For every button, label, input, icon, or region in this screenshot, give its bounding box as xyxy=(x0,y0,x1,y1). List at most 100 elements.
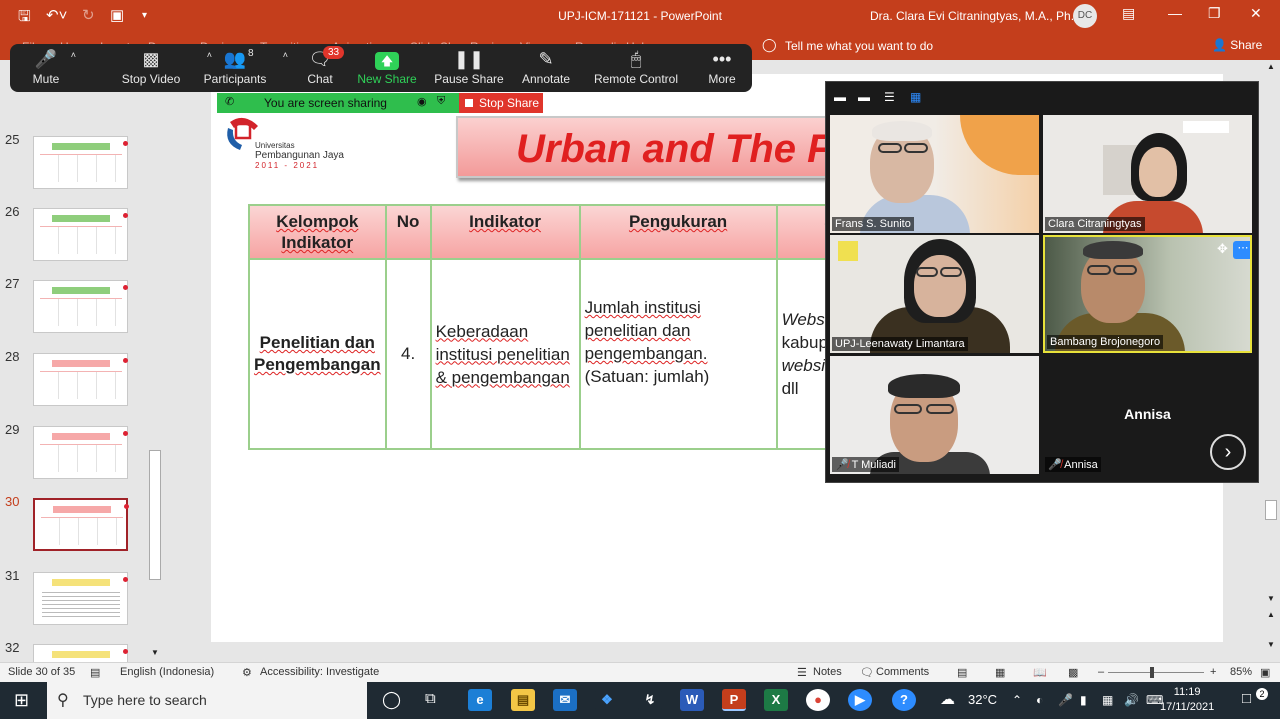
slide-thumbnail[interactable] xyxy=(33,280,128,333)
previous-slide-icon[interactable]: ▲ xyxy=(1267,610,1275,619)
word-icon[interactable]: W xyxy=(680,689,704,711)
comments-icon[interactable]: 🗨 xyxy=(860,666,874,679)
fit-slide-icon[interactable]: ▣ xyxy=(1260,666,1270,679)
zoom-app-icon[interactable]: ▶ xyxy=(848,689,872,711)
participants-button[interactable]: 👥 Participants 8 ˄ xyxy=(190,44,288,92)
app-lightning-icon[interactable]: ↯ xyxy=(638,689,662,711)
move-icon[interactable]: ✥ xyxy=(1217,241,1228,257)
cortana-icon[interactable]: ◯ xyxy=(382,690,401,710)
chevron-up-icon[interactable]: ˄ xyxy=(283,50,288,60)
system-clock[interactable]: 11:19 17/11/2021 xyxy=(1160,685,1214,715)
slide-thumbnail[interactable] xyxy=(33,353,128,406)
excel-icon[interactable]: X xyxy=(764,689,788,711)
weather-cloud-icon[interactable]: ☁ xyxy=(940,690,955,708)
scroll-down-icon[interactable]: ▼ xyxy=(151,648,159,657)
gallery-view-icon[interactable]: ▦ xyxy=(910,90,921,104)
maximize-icon[interactable]: ❐ xyxy=(1208,5,1221,22)
show-hidden-icons-icon[interactable]: ⌃ xyxy=(1012,693,1022,707)
zoom-in-icon[interactable]: + xyxy=(1210,666,1216,678)
toolbar-label: More xyxy=(708,72,736,86)
participant-tile-4[interactable]: ⋯ ✥ Bambang Brojonegoro xyxy=(1043,235,1252,353)
next-slide-icon[interactable]: ▼ xyxy=(1267,640,1275,649)
new-share-button[interactable]: 🡅 New Share xyxy=(354,44,420,92)
slide-thumbnail[interactable] xyxy=(33,572,128,625)
pause-circle-icon[interactable]: ◉ xyxy=(417,95,427,108)
slide-thumbnail-pane[interactable]: 25 26 27 28 29 30 31 32 xyxy=(0,50,148,697)
zoom-gallery-view[interactable]: ▬ ▬ ☰ ▦ Frans S. Sunito Clara Citraningt… xyxy=(825,81,1259,483)
edge-icon[interactable]: e xyxy=(468,689,492,711)
header-kelompok: Kelompok Indikator xyxy=(248,204,387,260)
notes-button[interactable]: Notes xyxy=(813,666,842,678)
toolbar-label: Mute xyxy=(32,72,60,86)
slide-sorter-icon[interactable]: ▦ xyxy=(995,666,1005,679)
strip-view-icon[interactable]: ☰ xyxy=(884,90,895,104)
reading-view-icon[interactable]: 📖 xyxy=(1033,666,1047,679)
powerpoint-icon[interactable]: P xyxy=(722,689,746,711)
volume-icon[interactable]: 🔊 xyxy=(1124,693,1139,707)
minimize-icon[interactable]: ▬ xyxy=(834,90,846,104)
mail-icon[interactable]: ✉ xyxy=(553,689,577,711)
battery-icon[interactable]: ▮ xyxy=(1080,693,1087,707)
ribbon-display-icon[interactable]: ▤ xyxy=(1122,5,1135,22)
accessibility-status[interactable]: Accessibility: Investigate xyxy=(260,666,379,678)
network-icon[interactable]: ▦ xyxy=(1102,693,1113,707)
participant-tile-1[interactable]: Frans S. Sunito xyxy=(830,115,1039,233)
scrollbar-thumb[interactable] xyxy=(149,450,161,580)
muted-microphone-icon: 🎤̸ xyxy=(1048,459,1062,471)
slideshow-icon[interactable]: ▩ xyxy=(1068,666,1078,679)
more-options-icon[interactable]: ⋯ xyxy=(1233,241,1250,259)
chat-unread-badge: 33 xyxy=(323,46,345,59)
task-view-icon[interactable]: ⧉ xyxy=(425,690,436,707)
participant-tile-3[interactable]: UPJ-Leenawaty Limantara xyxy=(830,235,1039,353)
thumbnail-scrollbar[interactable]: ▲ ▼ xyxy=(148,60,162,660)
slide-scrollbar[interactable]: ▲ ▼ ▲ ▼ xyxy=(1263,60,1280,660)
weather-temperature[interactable]: 32°C xyxy=(968,692,997,707)
help-icon[interactable]: ? xyxy=(892,689,916,711)
accessibility-icon[interactable]: ⚙ xyxy=(242,666,252,679)
annotate-button[interactable]: ✎ Annotate xyxy=(516,44,576,92)
scrollbar-thumb[interactable] xyxy=(1265,500,1277,520)
stop-share-button[interactable]: Stop Share xyxy=(459,93,543,113)
slide-thumbnail[interactable] xyxy=(33,208,128,261)
normal-view-icon[interactable]: ▤ xyxy=(957,666,967,679)
chrome-icon[interactable]: ● xyxy=(806,689,830,711)
spelling-check-icon[interactable]: ▤ xyxy=(90,666,100,679)
user-avatar[interactable]: DC xyxy=(1073,4,1097,28)
shield-icon: ⛨ xyxy=(437,95,446,107)
tell-me-search[interactable]: Tell me what you want to do xyxy=(785,39,933,53)
speaker-view-icon[interactable]: ▬ xyxy=(858,90,870,104)
zoom-slider[interactable] xyxy=(1108,672,1204,673)
windows-start-icon[interactable]: ⊞ xyxy=(14,690,29,711)
indicator-table[interactable]: Kelompok Indikator No Indikator Pengukur… xyxy=(248,204,898,450)
more-button[interactable]: ••• More xyxy=(700,44,744,92)
language-indicator[interactable]: English (Indonesia) xyxy=(120,666,214,678)
stop-video-button[interactable]: ▩ Stop Video ˄ xyxy=(98,44,212,92)
minimize-icon[interactable]: — xyxy=(1168,5,1182,21)
share-button[interactable]: 👤 Share xyxy=(1212,38,1262,52)
slide-thumbnail[interactable] xyxy=(33,426,128,479)
close-icon[interactable]: ✕ xyxy=(1250,5,1262,22)
notification-center-icon[interactable]: □ xyxy=(1242,690,1251,707)
slide-thumbnail[interactable] xyxy=(33,136,128,189)
zoom-level[interactable]: 85% xyxy=(1230,666,1252,678)
chevron-up-icon[interactable]: ˄ xyxy=(71,50,76,60)
mute-button[interactable]: 🎤 Mute ˄ xyxy=(24,44,76,92)
slide-thumbnail[interactable] xyxy=(33,498,129,551)
participant-tile-2[interactable]: Clara Citraningtyas xyxy=(1043,115,1252,233)
scroll-down-icon[interactable]: ▼ xyxy=(1267,594,1275,603)
scroll-up-icon[interactable]: ▲ xyxy=(1267,62,1275,71)
zoom-slider-handle[interactable] xyxy=(1150,667,1154,678)
microphone-tray-icon[interactable]: 🎤 xyxy=(1058,693,1073,707)
vpn-icon[interactable]: ◐ xyxy=(1036,693,1043,707)
comments-button[interactable]: Comments xyxy=(876,666,929,678)
zoom-out-icon[interactable]: – xyxy=(1098,666,1104,678)
dropbox-icon[interactable]: ❖ xyxy=(595,689,619,711)
taskbar-search[interactable]: ⚲ Type here to search xyxy=(47,682,367,719)
participant-tile-5[interactable]: 🎤̸ T Muliadi xyxy=(830,356,1039,474)
file-explorer-icon[interactable]: ▤ xyxy=(511,689,535,711)
remote-control-button[interactable]: 🖱 Remote Control xyxy=(590,44,682,92)
pause-share-button[interactable]: ❚❚ Pause Share xyxy=(434,44,504,92)
notes-icon[interactable]: ☰ xyxy=(797,666,807,679)
university-line2: Pembangunan Jaya xyxy=(255,150,344,161)
chevron-right-icon[interactable]: › xyxy=(1210,434,1246,470)
